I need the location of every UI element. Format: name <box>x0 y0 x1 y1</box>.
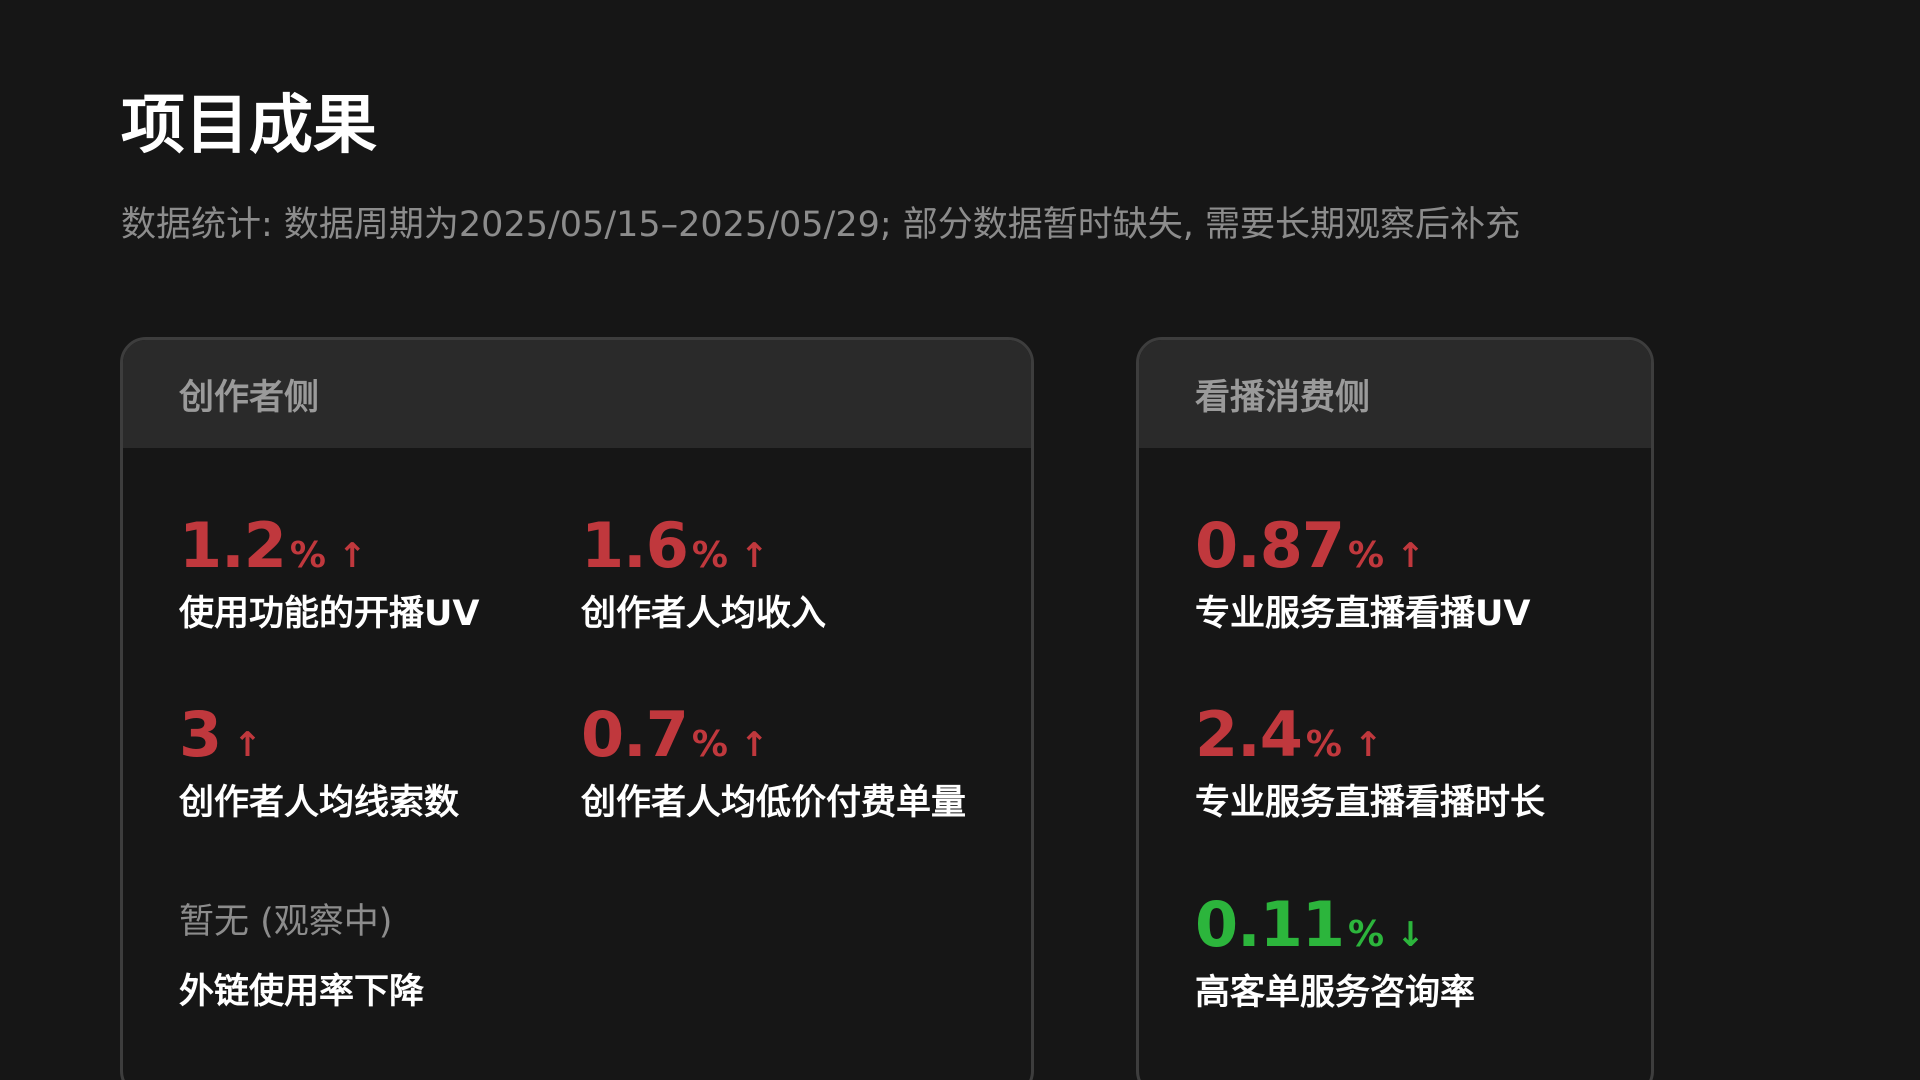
metric-value: 1.6 <box>581 509 689 582</box>
metric-label: 创作者人均低价付费单量 <box>581 783 967 823</box>
arrow-up-icon: ↑ <box>1353 725 1383 765</box>
metric-creator-leads: 3 ↑ 创作者人均线索数 <box>179 699 459 825</box>
page-subtitle: 数据统计: 数据周期为2025/05/15–2025/05/29; 部分数据暂时… <box>121 205 1521 245</box>
metric-creator-open-uv: 1.2 % ↑ 使用功能的开播UV <box>179 510 480 636</box>
metric-label: 专业服务直播看播时长 <box>1195 783 1546 823</box>
viewer-card-title: 看播消费侧 <box>1195 377 1371 418</box>
metric-value-row: 0.7 % ↑ <box>581 699 966 771</box>
creator-card-header: 创作者侧 <box>123 340 1031 448</box>
metric-value-row: 2.4 % ↑ <box>1195 699 1545 771</box>
percent-unit: % <box>691 724 728 765</box>
arrow-up-icon: ↑ <box>233 725 262 765</box>
metric-pro-live-view-uv: 0.87 % ↑ 专业服务直播看播UV <box>1195 510 1531 636</box>
metric-label: 创作者人均线索数 <box>179 783 460 823</box>
arrow-up-icon: ↑ <box>739 725 769 765</box>
percent-unit: % <box>691 535 728 576</box>
metric-creator-low-price-orders: 0.7 % ↑ 创作者人均低价付费单量 <box>581 699 966 825</box>
results-page: 项目成果 数据统计: 数据周期为2025/05/15–2025/05/29; 部… <box>0 0 1920 1080</box>
arrow-up-icon: ↑ <box>739 536 769 576</box>
metric-high-ticket-consult-rate: 0.11 % ↓ 高客单服务咨询率 <box>1195 889 1475 1015</box>
metric-label: 创作者人均收入 <box>581 594 827 634</box>
metric-label: 专业服务直播看播UV <box>1195 594 1531 634</box>
metric-value-row: 3 ↑ <box>179 699 459 771</box>
viewer-card-header: 看播消费侧 <box>1139 340 1651 448</box>
metric-value: 1.2 <box>179 509 287 582</box>
creator-card: 创作者侧 1.2 % ↑ 使用功能的开播UV 1.6 % ↑ 创作者人均收入 3… <box>120 337 1034 1080</box>
metric-value-row: 0.11 % ↓ <box>1195 889 1475 961</box>
metric-label: 外链使用率下降 <box>179 972 425 1012</box>
metric-creator-avg-income: 1.6 % ↑ 创作者人均收入 <box>581 510 826 636</box>
metric-value: 0.11 <box>1195 888 1345 961</box>
metric-value: 2.4 <box>1195 698 1303 771</box>
page-title: 项目成果 <box>121 89 377 163</box>
metric-value: 0.87 <box>1195 509 1345 582</box>
metric-label: 高客单服务咨询率 <box>1195 973 1476 1013</box>
percent-unit: % <box>1347 535 1385 576</box>
arrow-up-icon: ↑ <box>1396 536 1425 576</box>
metric-external-link-rate: 暂无 (观察中) 外链使用率下降 <box>179 900 424 1014</box>
metric-label: 使用功能的开播UV <box>179 594 480 634</box>
arrow-up-icon: ↑ <box>337 536 367 576</box>
metric-value-row: 1.2 % ↑ <box>179 510 480 582</box>
pending-status: 暂无 (观察中) <box>179 902 393 942</box>
percent-unit: % <box>1305 724 1342 765</box>
arrow-down-icon: ↓ <box>1396 915 1425 955</box>
metric-value: 0.7 <box>581 698 689 771</box>
creator-card-title: 创作者侧 <box>179 377 320 418</box>
metric-value-row: 0.87 % ↑ <box>1195 510 1531 582</box>
viewer-card: 看播消费侧 0.87 % ↑ 专业服务直播看播UV 2.4 % ↑ 专业服务直播… <box>1136 337 1654 1080</box>
metric-value-row: 1.6 % ↑ <box>581 510 826 582</box>
percent-unit: % <box>1347 914 1385 955</box>
metric-value: 3 <box>179 698 222 771</box>
metric-pro-live-view-duration: 2.4 % ↑ 专业服务直播看播时长 <box>1195 699 1545 825</box>
percent-unit: % <box>289 535 326 576</box>
